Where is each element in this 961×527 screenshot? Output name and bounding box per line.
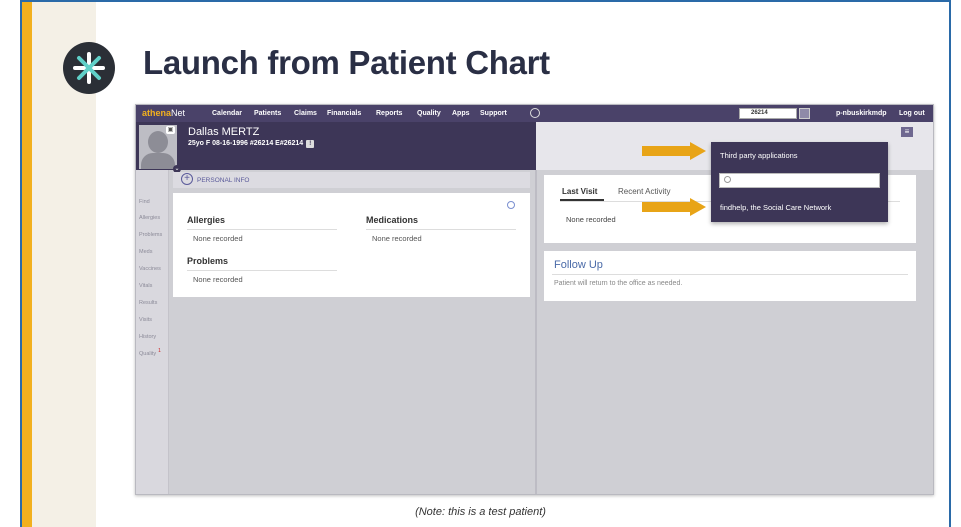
sidebar-item-vitals[interactable]: Vitals	[139, 283, 152, 289]
patient-search-input[interactable]: 26214	[739, 108, 797, 119]
sidebar-item-history[interactable]: History	[139, 334, 156, 340]
nav-support[interactable]: Support	[480, 110, 507, 117]
nav-claims[interactable]: Claims	[294, 110, 317, 117]
nav-quality[interactable]: Quality	[417, 110, 441, 117]
ehr-screenshot: athenaNet Calendar Patients Claims Finan…	[135, 104, 934, 495]
visit-value: None recorded	[566, 215, 616, 224]
sidebar-item-find[interactable]: Find	[139, 199, 150, 205]
nav-patients[interactable]: Patients	[254, 110, 281, 117]
divider	[366, 229, 516, 230]
sidebar-item-visits[interactable]: Visits	[139, 317, 152, 323]
allergies-title: Allergies	[187, 215, 226, 225]
avatar-head	[148, 131, 168, 153]
tab-recent-activity[interactable]: Recent Activity	[618, 187, 670, 196]
nav-calendar[interactable]: Calendar	[212, 110, 242, 117]
arrow-icon	[642, 198, 706, 216]
sidebar-item-quality[interactable]: Quality	[139, 351, 159, 357]
divider	[552, 274, 908, 275]
nav-financials[interactable]: Financials	[327, 110, 361, 117]
slide-title: Launch from Patient Chart	[143, 44, 550, 81]
allergies-value: None recorded	[193, 234, 243, 243]
brand-logo[interactable]: athenaNet	[142, 108, 185, 118]
plus-icon[interactable]: +	[181, 173, 193, 185]
follow-up-text: Patient will return to the office as nee…	[554, 280, 683, 287]
nav-apps[interactable]: Apps	[452, 110, 470, 117]
accent-bar	[22, 2, 32, 527]
search-icon	[724, 176, 731, 183]
follow-up-title: Follow Up	[554, 259, 603, 271]
patient-name: Dallas MERTZ	[188, 126, 260, 138]
sidebar-item-allergies[interactable]: Allergies	[139, 215, 160, 221]
gear-icon[interactable]	[507, 201, 515, 209]
nav-reports[interactable]: Reports	[376, 110, 402, 117]
alert-flag-icon[interactable]: !	[306, 140, 315, 148]
divider	[187, 270, 337, 271]
sidebar-item-problems[interactable]: Problems	[139, 232, 162, 238]
search-icon[interactable]	[799, 108, 810, 119]
problems-title: Problems	[187, 256, 229, 266]
follow-up-card: Follow Up Patient will return to the off…	[544, 251, 916, 301]
problems-value: None recorded	[193, 275, 243, 284]
personal-info-bar[interactable]: + PERSONAL INFO	[173, 172, 530, 188]
avatar-body	[141, 153, 175, 169]
third-party-apps-dropdown: Third party applications findhelp, the S…	[711, 142, 888, 222]
sidebar-item-vaccines[interactable]: Vaccines	[139, 266, 161, 272]
logo-icon	[63, 42, 115, 94]
sidebar-item-results[interactable]: Results	[139, 300, 157, 306]
user-name[interactable]: p-nbuskirkmdp	[836, 110, 887, 117]
arrow-icon	[642, 142, 706, 160]
app-search-input[interactable]	[719, 173, 880, 188]
top-nav: athenaNet Calendar Patients Claims Finan…	[136, 105, 933, 122]
medications-value: None recorded	[372, 234, 422, 243]
dropdown-title: Third party applications	[720, 151, 798, 160]
footer-note: (Note: this is a test patient)	[415, 506, 546, 518]
menu-item-findhelp[interactable]: findhelp, the Social Care Network	[720, 203, 831, 212]
hamburger-icon[interactable]: ≡	[901, 127, 913, 137]
panel-divider[interactable]	[535, 170, 537, 494]
patient-info: 25yo F 08-16-1996 #26214 E#26214!	[188, 140, 315, 148]
chart-sidebar: Find Allergies Problems Meds Vaccines Vi…	[136, 170, 169, 494]
tab-last-visit[interactable]: Last Visit	[562, 187, 597, 196]
logout-link[interactable]: Log out	[899, 110, 925, 117]
medications-title: Medications	[366, 215, 419, 225]
camera-icon[interactable]: ▣	[166, 126, 175, 134]
sidebar-item-meds[interactable]: Meds	[139, 249, 152, 255]
personal-info-label[interactable]: PERSONAL INFO	[197, 177, 250, 184]
divider	[187, 229, 337, 230]
gear-icon[interactable]	[530, 108, 540, 118]
summary-card: Allergies None recorded Medications None…	[173, 193, 530, 297]
